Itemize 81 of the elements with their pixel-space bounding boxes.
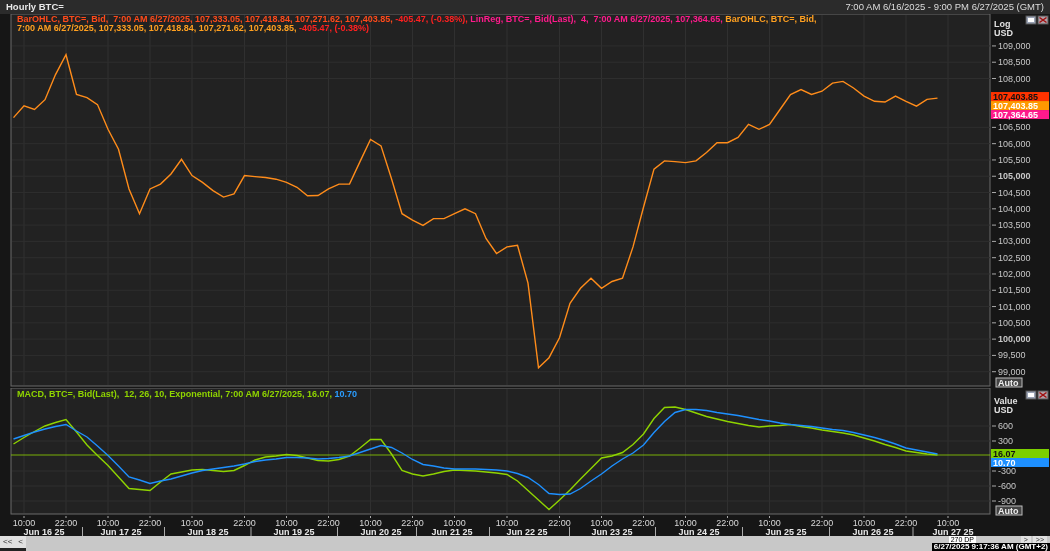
axis-label: -900 — [998, 496, 1016, 506]
date-label: Jun 17 25 — [100, 527, 142, 536]
value-tag: 107,403.85 — [991, 91, 1049, 102]
axis-title: Log — [994, 19, 1011, 29]
date-label: Jun 23 25 — [591, 527, 633, 536]
value-tag: 107,403.85 — [991, 100, 1049, 111]
time-label: 10:00 — [275, 518, 298, 528]
axis-label: 105,000 — [998, 171, 1031, 182]
time-label: 10:00 — [443, 518, 466, 528]
date-label: Jun 18 25 — [187, 527, 229, 536]
axis-label: -600 — [998, 481, 1016, 491]
auto-button[interactable]: Auto — [995, 377, 1023, 388]
date-label: Jun 16 25 — [23, 527, 65, 536]
axis-label: 102,000 — [998, 269, 1031, 279]
time-label: 10:00 — [590, 518, 613, 528]
date-label: Jun 21 25 — [431, 527, 473, 536]
axis-label: 106,000 — [998, 138, 1031, 149]
scroll-button[interactable]: < — [15, 536, 26, 548]
close-icon[interactable] — [1037, 15, 1049, 25]
time-label: 10:00 — [758, 518, 781, 528]
time-label: 22:00 — [548, 518, 571, 528]
time-label: 22:00 — [317, 518, 340, 528]
axis-label: 103,500 — [998, 220, 1031, 231]
axis-label: 101,500 — [998, 285, 1031, 296]
restore-icon[interactable] — [1025, 390, 1037, 400]
time-label: 22:00 — [54, 518, 78, 528]
date-range: 7:00 AM 6/16/2025 - 9:00 PM 6/27/2025 (GMT) — [845, 0, 1044, 14]
date-label: Jun 19 25 — [273, 527, 315, 536]
value-tag: 107,364.65 — [991, 109, 1049, 120]
axis-label: 108,500 — [998, 57, 1031, 68]
date-label: Jun 25 25 — [765, 527, 807, 536]
axis-label: 300 — [998, 436, 1014, 446]
axis-label: 109,000 — [998, 40, 1031, 51]
date-label: Jun 24 25 — [678, 527, 720, 536]
time-label: 10:00 — [674, 518, 697, 528]
axis-label: 600 — [998, 421, 1014, 431]
legend-text: BarOHLC, BTC=, Bid, 7:00 AM 6/27/2025, 107,333.05, 107,418.84, 107,271.62, 107,403.85, -405.47, (-0.38%), LinReg, BTC=, Bid(Last), 4, 7:00 AM 6/27/2025, 107,364.65, BarOHLC, BTC=, Bid, — [17, 14, 817, 24]
axis-title: Value — [994, 396, 1018, 406]
axis-label: 104,500 — [998, 187, 1031, 198]
axis-label: 99,500 — [998, 350, 1026, 361]
status-time: 6/27/2025 9:17:36 AM (GMT+2) — [931, 543, 1050, 551]
axis-label: 100,500 — [998, 317, 1031, 328]
time-label: 22:00 — [233, 518, 256, 528]
axis-label: 102,500 — [998, 252, 1031, 263]
date-label: Jun 26 25 — [852, 527, 894, 536]
chart-title: Hourly BTC= — [6, 0, 64, 14]
time-label: 22:00 — [894, 518, 918, 528]
scroll-button[interactable]: << — [0, 536, 16, 548]
time-label: 22:00 — [138, 518, 162, 528]
time-label: 10:00 — [495, 518, 519, 528]
value-tag: 10.70 — [991, 457, 1049, 468]
legend-text: MACD, BTC=, Bid(Last), 12, 26, 10, Exponential, 7:00 AM 6/27/2025, 16.07, 10.70 — [17, 389, 358, 399]
axis-title: USD — [994, 405, 1013, 415]
axis-label: 100,000 — [998, 334, 1031, 345]
date-label: Jun 20 25 — [360, 527, 402, 536]
time-label: 10:00 — [12, 518, 36, 528]
restore-icon[interactable] — [1025, 15, 1037, 25]
auto-button[interactable]: Auto — [995, 505, 1023, 516]
time-label: 10:00 — [936, 518, 960, 528]
time-label: 10:00 — [852, 518, 876, 528]
value-tag: 16.07 — [991, 448, 1049, 459]
close-icon[interactable] — [1037, 390, 1049, 400]
axis-label: -300 — [998, 466, 1016, 476]
axis-title: USD — [994, 28, 1013, 38]
time-label: 22:00 — [810, 518, 834, 528]
time-label: 10:00 — [359, 518, 382, 528]
time-label: 10:00 — [96, 518, 120, 528]
axis-label: 103,000 — [998, 236, 1031, 247]
axis-label: 105,500 — [998, 154, 1031, 165]
axis-label: 104,000 — [998, 203, 1031, 214]
axis-label: 101,000 — [998, 301, 1031, 312]
date-label: Jun 22 25 — [506, 527, 548, 536]
time-label: 22:00 — [632, 518, 655, 528]
time-label: 10:00 — [180, 518, 204, 528]
legend-text: 7:00 AM 6/27/2025, 107,333.05, 107,418.84, 107,271.62, 107,403.85, -405.47, (-0.38%) — [17, 23, 369, 33]
axis-label: 106,500 — [998, 122, 1031, 133]
axis-label: 108,000 — [998, 73, 1031, 84]
time-label: 22:00 — [401, 518, 424, 528]
axis-label: 99,000 — [998, 366, 1026, 377]
time-label: 22:00 — [716, 518, 739, 528]
date-label: Jun 27 25 — [932, 527, 974, 536]
